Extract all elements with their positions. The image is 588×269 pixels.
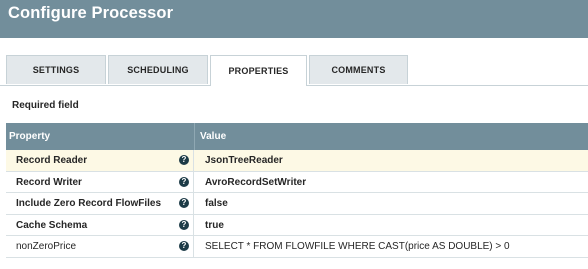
help-icon[interactable]: ? [179, 155, 189, 165]
required-field-label: Required field [12, 100, 79, 111]
property-name: Record Reader [16, 155, 88, 166]
column-header-value[interactable]: Value [200, 131, 226, 142]
tab-bar: SETTINGS SCHEDULING PROPERTIES COMMENTS [0, 55, 588, 86]
dialog-title: Configure Processor [8, 4, 174, 22]
table-row[interactable]: nonZeroPrice ? SELECT * FROM FLOWFILE WH… [6, 236, 588, 258]
table-row[interactable]: Include Zero Record FlowFiles ? false [6, 193, 588, 215]
table-row[interactable]: Cache Schema ? true [6, 214, 588, 237]
column-divider[interactable] [194, 123, 195, 150]
property-value[interactable]: true [205, 220, 224, 231]
property-cell: Record Writer ? [6, 171, 194, 193]
property-value[interactable]: false [205, 198, 228, 209]
property-cell: Include Zero Record FlowFiles ? [6, 193, 194, 214]
properties-table: Property Value Record Reader ? JsonTreeR… [6, 123, 588, 258]
property-value[interactable]: SELECT * FROM FLOWFILE WHERE CAST(price … [205, 241, 510, 252]
tab-comments[interactable]: COMMENTS [309, 55, 408, 84]
property-cell: nonZeroPrice ? [6, 236, 194, 257]
help-icon[interactable]: ? [179, 241, 189, 252]
property-name: Include Zero Record FlowFiles [16, 198, 162, 210]
property-name: Cache Schema [16, 219, 88, 231]
help-icon[interactable]: ? [179, 176, 189, 187]
property-name: Record Writer [16, 176, 82, 188]
help-icon[interactable]: ? [179, 219, 189, 230]
column-header-property[interactable]: Property [9, 131, 50, 142]
property-value[interactable]: AvroRecordSetWriter [205, 177, 306, 188]
table-row[interactable]: Record Writer ? AvroRecordSetWriter [6, 171, 588, 194]
table-header: Property Value [6, 123, 588, 150]
property-name: nonZeroPrice [16, 241, 77, 253]
property-cell: Record Reader ? [6, 150, 194, 171]
tab-settings[interactable]: SETTINGS [6, 55, 106, 84]
tab-scheduling[interactable]: SCHEDULING [108, 55, 208, 84]
property-value[interactable]: JsonTreeReader [205, 155, 283, 166]
table-row[interactable]: Record Reader ? JsonTreeReader [6, 150, 588, 172]
tab-properties[interactable]: PROPERTIES [210, 55, 307, 86]
property-cell: Cache Schema ? [6, 214, 194, 236]
dialog-header: Configure Processor [0, 0, 588, 38]
help-icon[interactable]: ? [179, 198, 189, 209]
